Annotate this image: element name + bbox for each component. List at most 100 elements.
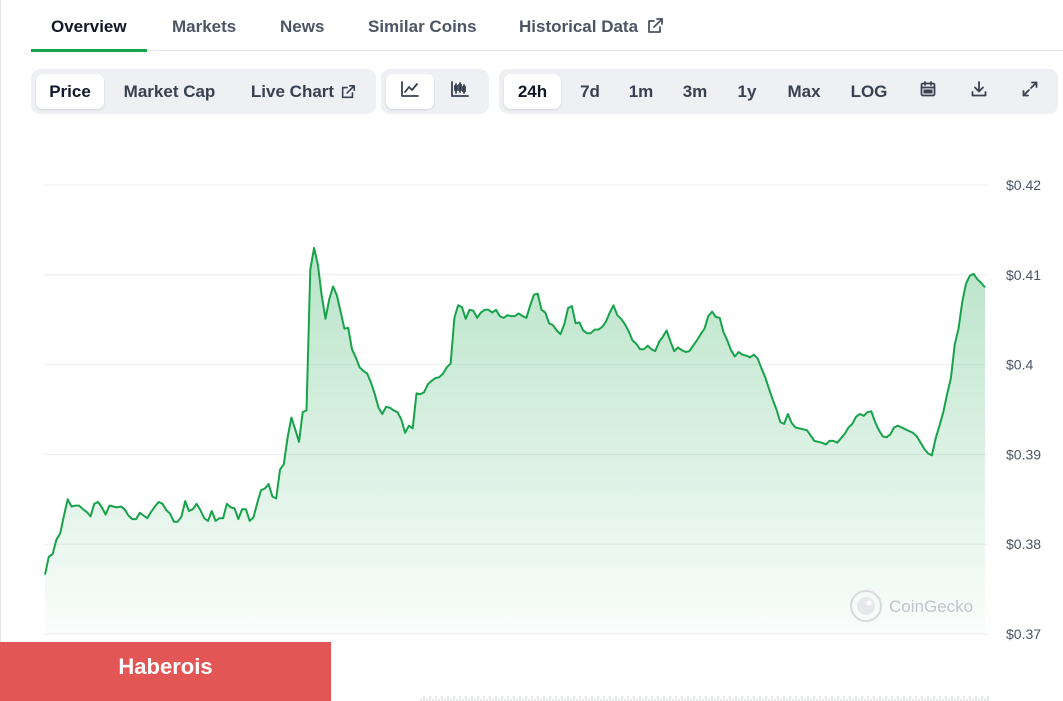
volume-bar bbox=[951, 696, 953, 701]
download-button[interactable] bbox=[955, 74, 1003, 109]
price-button[interactable]: Price bbox=[36, 74, 104, 109]
price-point bbox=[893, 427, 895, 429]
price-point bbox=[844, 433, 846, 435]
volume-bar bbox=[753, 696, 755, 701]
live-chart-button[interactable]: Live Chart bbox=[241, 74, 366, 109]
price-point bbox=[848, 427, 850, 429]
volume-bar bbox=[429, 696, 431, 701]
price-point bbox=[859, 413, 861, 415]
price-point bbox=[355, 356, 357, 358]
price-point bbox=[582, 330, 584, 332]
price-point bbox=[340, 311, 342, 313]
price-point bbox=[669, 340, 671, 342]
volume-bar bbox=[837, 696, 839, 701]
price-point bbox=[768, 388, 770, 390]
price-point bbox=[207, 520, 209, 522]
price-point bbox=[510, 315, 512, 317]
price-point bbox=[533, 294, 535, 296]
volume-bar bbox=[927, 696, 929, 701]
volume-bar bbox=[585, 696, 587, 701]
expand-icon bbox=[1021, 80, 1039, 103]
log-scale-button[interactable]: LOG bbox=[843, 74, 895, 109]
volume-bar bbox=[891, 696, 893, 701]
price-point bbox=[563, 323, 565, 325]
price-point bbox=[586, 332, 588, 334]
price-area-fill bbox=[45, 247, 985, 634]
candlestick-chart-button[interactable] bbox=[436, 74, 484, 109]
price-point bbox=[681, 349, 683, 351]
price-point bbox=[870, 410, 872, 412]
price-point bbox=[378, 407, 380, 409]
price-point bbox=[779, 421, 781, 423]
volume-bar bbox=[969, 696, 971, 701]
price-point bbox=[112, 506, 114, 508]
volume-bar bbox=[903, 696, 905, 701]
tab-overview[interactable]: Overview bbox=[31, 0, 147, 52]
price-point bbox=[514, 315, 516, 317]
range-1y-button[interactable]: 1y bbox=[727, 74, 767, 109]
price-point bbox=[260, 489, 262, 491]
price-point bbox=[867, 411, 869, 413]
price-point bbox=[643, 348, 645, 350]
price-point bbox=[897, 425, 899, 427]
volume-bar bbox=[783, 696, 785, 701]
range-max-button[interactable]: Max bbox=[779, 74, 829, 109]
range-3m-button[interactable]: 3m bbox=[672, 74, 718, 109]
line-chart-button[interactable] bbox=[386, 74, 434, 109]
price-point bbox=[578, 321, 580, 323]
price-point bbox=[692, 345, 694, 347]
price-point bbox=[438, 376, 440, 378]
price-point bbox=[552, 324, 554, 326]
price-point bbox=[484, 309, 486, 311]
price-point bbox=[48, 556, 50, 558]
volume-bar bbox=[777, 696, 779, 701]
price-point bbox=[385, 406, 387, 408]
price-point bbox=[772, 399, 774, 401]
price-point bbox=[575, 322, 577, 324]
volume-bar bbox=[885, 696, 887, 701]
price-point bbox=[306, 409, 308, 411]
price-point bbox=[245, 508, 247, 510]
price-point bbox=[961, 301, 963, 303]
price-point bbox=[222, 517, 224, 519]
price-point bbox=[393, 409, 395, 411]
tab-historical-data[interactable]: Historical Data bbox=[519, 0, 664, 51]
range-24h-button[interactable]: 24h bbox=[504, 74, 561, 109]
tab-historical-data-label: Historical Data bbox=[519, 17, 639, 36]
volume-bar bbox=[549, 696, 551, 701]
volume-bar bbox=[963, 696, 965, 701]
price-point bbox=[878, 429, 880, 431]
tab-similar-coins[interactable]: Similar Coins bbox=[368, 0, 477, 51]
calendar-icon bbox=[919, 80, 937, 103]
price-point bbox=[783, 423, 785, 425]
volume-bar bbox=[645, 696, 647, 701]
price-point bbox=[851, 423, 853, 425]
price-point bbox=[74, 505, 76, 507]
date-range-button[interactable] bbox=[904, 74, 952, 109]
price-point bbox=[601, 326, 603, 328]
price-point bbox=[416, 392, 418, 394]
fullscreen-button[interactable] bbox=[1006, 74, 1054, 109]
volume-bar bbox=[735, 696, 737, 701]
price-point bbox=[154, 506, 156, 508]
price-point bbox=[738, 351, 740, 353]
price-point bbox=[374, 393, 376, 395]
price-point bbox=[802, 428, 804, 430]
market-cap-button[interactable]: Market Cap bbox=[112, 74, 227, 109]
price-point bbox=[745, 355, 747, 357]
volume-bar bbox=[693, 696, 695, 701]
volume-bar bbox=[981, 696, 983, 701]
volume-bar bbox=[639, 696, 641, 701]
tab-markets[interactable]: Markets bbox=[172, 0, 236, 51]
tab-news[interactable]: News bbox=[280, 0, 324, 51]
price-point bbox=[271, 496, 273, 498]
y-tick-label: $0.39 bbox=[1006, 446, 1041, 462]
range-1m-button[interactable]: 1m bbox=[619, 74, 663, 109]
range-7d-button[interactable]: 7d bbox=[568, 74, 612, 109]
price-point bbox=[529, 304, 531, 306]
price-point bbox=[461, 306, 463, 308]
price-point bbox=[199, 509, 201, 511]
volume-bar bbox=[579, 696, 581, 701]
price-chart[interactable]: $0.42 $0.41 $0.4 $0.39 $0.38 $0.37 CoinGecko bbox=[0, 150, 1063, 701]
price-point bbox=[173, 521, 175, 523]
